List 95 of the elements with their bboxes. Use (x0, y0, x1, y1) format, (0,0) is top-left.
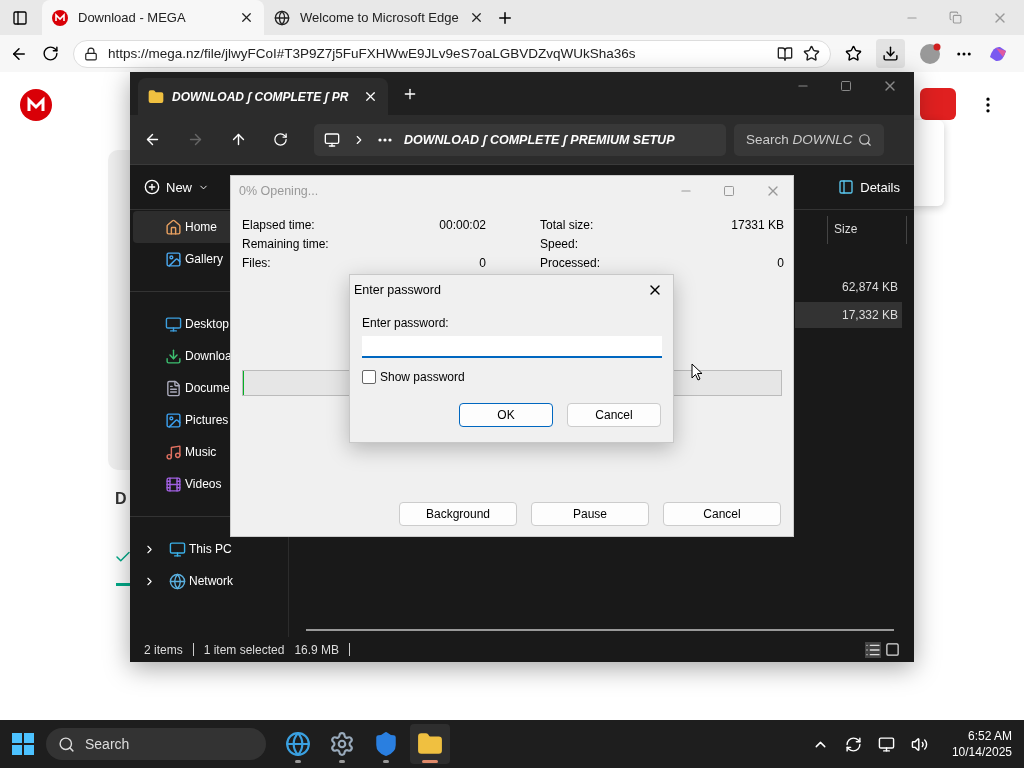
film-icon (165, 475, 182, 493)
address-bar[interactable]: DOWNLOAD ʃ COMPLETE ʃ PREMIUM SETUP (314, 123, 726, 156)
taskbar-search[interactable]: Search (46, 728, 266, 760)
globe-icon (274, 9, 290, 26)
tab-actions-icon[interactable] (12, 9, 28, 26)
status-text: 16.9 MB (294, 642, 340, 657)
field-label: Enter password: (362, 316, 450, 330)
globe-icon (285, 731, 311, 757)
column-header[interactable]: Size (827, 216, 907, 244)
explorer-tab[interactable]: DOWNLOAD ʃ COMPLETE ʃ PR (138, 78, 388, 115)
stat-label: Speed: (540, 237, 580, 251)
dialog-button[interactable]: Cancel (567, 403, 661, 427)
search-icon (858, 132, 872, 147)
dialog-button[interactable]: Pause (531, 502, 649, 526)
dialog-title: 0% Opening... (239, 184, 319, 198)
dialog-title: Enter password (354, 283, 441, 297)
sidebar-item[interactable]: Desktop (133, 308, 288, 340)
monitor-icon (324, 131, 340, 148)
image-icon (165, 250, 182, 268)
forward-icon[interactable] (187, 131, 204, 148)
dialog-button[interactable]: OK (459, 403, 553, 427)
image-icon (165, 411, 182, 429)
monitor-icon (165, 315, 182, 333)
folder-icon (148, 88, 164, 105)
sidebar-item[interactable]: Docume (133, 372, 288, 404)
stat-value: 0 (478, 256, 486, 270)
status-text: 1 item selected (203, 642, 285, 657)
list-view-icon[interactable] (865, 641, 881, 658)
panel-icon (838, 179, 855, 195)
close-icon[interactable] (363, 89, 378, 104)
network-icon[interactable] (877, 735, 895, 753)
show-password-checkbox[interactable]: Show password (362, 370, 661, 384)
tab-title: DOWNLOAD ʃ COMPLETE ʃ PR (172, 89, 350, 104)
download-icon[interactable] (876, 39, 905, 68)
breadcrumb: DOWNLOAD ʃ COMPLETE ʃ PREMIUM SETUP (404, 132, 675, 147)
more-icon[interactable] (378, 137, 392, 142)
browser-tab[interactable]: Welcome to Microsoft Edge (264, 0, 486, 35)
status-text: 2 items (144, 642, 183, 657)
new-button[interactable]: New (144, 179, 209, 195)
details-button[interactable]: Details (838, 179, 900, 195)
dialog-button[interactable]: Cancel (663, 502, 781, 526)
stat-value: 0 (776, 256, 784, 270)
star-icon[interactable] (803, 45, 820, 62)
stat-label: Processed: (540, 256, 602, 270)
sidebar-item[interactable]: Network (133, 565, 288, 597)
mouse-pointer-icon (691, 363, 703, 382)
scrollbar[interactable] (306, 629, 894, 631)
sync-icon[interactable] (844, 735, 862, 753)
favorites-icon[interactable] (845, 45, 862, 62)
dialog-button[interactable]: Background (399, 502, 517, 526)
site-logo-icon (52, 9, 68, 26)
folder-icon (417, 731, 443, 757)
avatar-icon[interactable] (919, 42, 941, 65)
close-icon[interactable] (239, 10, 254, 25)
maximize-icon[interactable] (840, 78, 852, 94)
download-icon (165, 347, 182, 365)
volume-icon[interactable] (910, 735, 928, 753)
search-field[interactable]: Search DOWNLC (734, 123, 884, 156)
sidebar-item[interactable]: Downloa (133, 340, 288, 372)
tab-title: Welcome to Microsoft Edge (300, 10, 459, 25)
reload-icon[interactable] (42, 45, 59, 62)
tiles-view-icon[interactable] (885, 641, 900, 658)
stat-label: Files: (242, 256, 272, 270)
browser-tab[interactable]: Download - MEGA (42, 0, 264, 35)
sidebar-item[interactable]: Videos (133, 468, 288, 500)
music-note-icon (165, 443, 182, 461)
sidebar-item[interactable]: Music (133, 436, 288, 468)
stat-label: Total size: (540, 218, 595, 232)
search-icon (58, 735, 75, 753)
stat-value: 17331 KB (731, 218, 784, 232)
start-icon[interactable] (12, 733, 34, 755)
refresh-icon[interactable] (273, 132, 288, 147)
tab-title: Download - MEGA (78, 10, 187, 25)
address-bar[interactable]: https://mega.nz/file/jlwyFCoI#T3P9Z7j5FuFXHWwE9JLv9eS7oaLGBVDZvqWUkSha36s (73, 39, 831, 68)
file-row[interactable]: 62,874 KB (795, 274, 902, 300)
password-field[interactable] (362, 336, 662, 358)
plus-circle-icon (144, 179, 160, 195)
file-row[interactable]: 17,332 KB (795, 302, 902, 328)
site-logo[interactable] (20, 89, 52, 121)
gear-icon (329, 731, 355, 757)
monitor-icon (169, 540, 186, 558)
page-heading: D (115, 490, 127, 508)
lock-icon (84, 46, 98, 61)
sidebar-item[interactable]: This PC (133, 533, 288, 565)
action-button[interactable] (920, 88, 956, 120)
back-icon[interactable] (144, 131, 161, 148)
globe-icon (169, 572, 186, 590)
stat-value: 00:00:02 (439, 218, 486, 232)
shield-icon (373, 731, 399, 757)
sidebar-item[interactable]: Pictures (133, 404, 288, 436)
document-icon (165, 379, 182, 397)
clock[interactable]: 6:52 AM 10/14/2025 (951, 728, 1012, 760)
up-icon[interactable] (230, 131, 247, 148)
home-icon (165, 218, 182, 236)
taskbar-app[interactable] (410, 724, 450, 764)
